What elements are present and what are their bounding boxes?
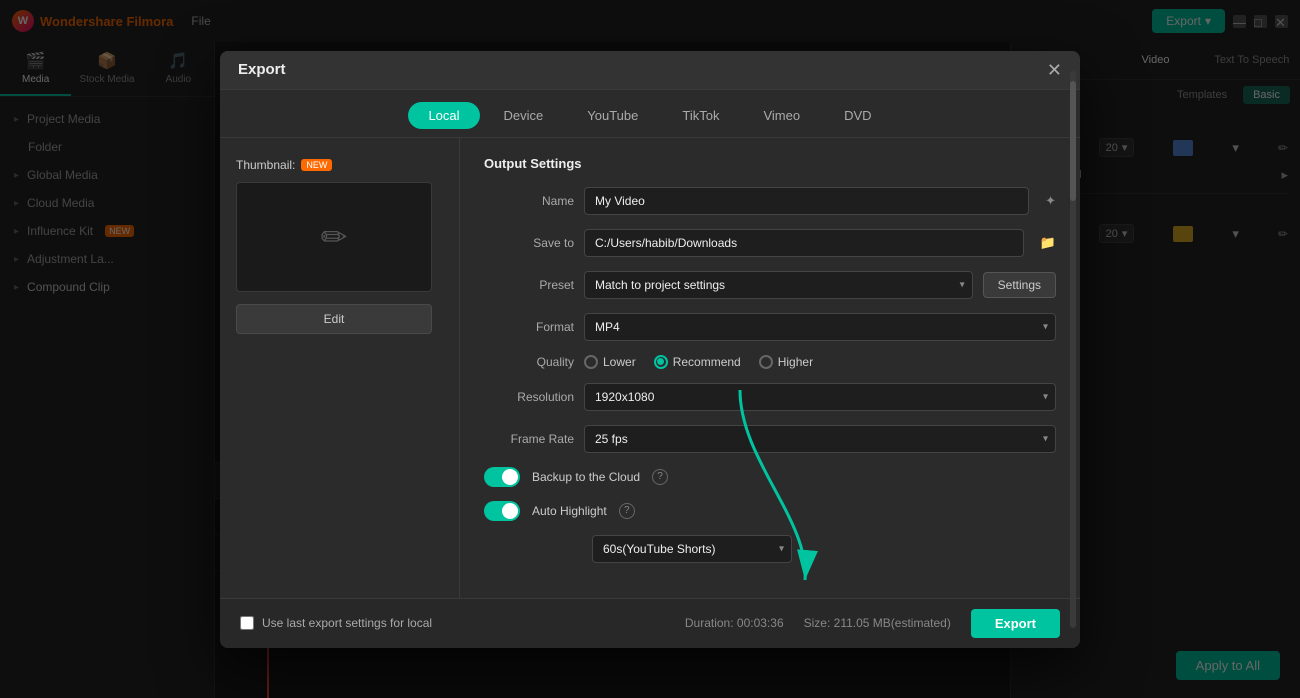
thumbnail-icon: ✏	[321, 218, 348, 256]
duration-stat: Duration: 00:03:36	[685, 616, 784, 630]
modal-close-button[interactable]: ✕	[1047, 61, 1062, 79]
settings-scrollbar[interactable]	[1070, 138, 1076, 598]
backup-help-icon[interactable]: ?	[652, 469, 668, 485]
footer-info: Duration: 00:03:36 Size: 211.05 MB(estim…	[685, 609, 1060, 638]
quality-label: Quality	[484, 355, 574, 369]
thumbnail-new-badge: NEW	[301, 159, 332, 171]
edit-thumbnail-button[interactable]: Edit	[236, 304, 432, 334]
frame-rate-label: Frame Rate	[484, 432, 574, 446]
last-settings-checkbox[interactable]	[240, 616, 254, 630]
radio-recommend-circle	[654, 355, 668, 369]
name-label: Name	[484, 194, 574, 208]
auto-highlight-help-icon[interactable]: ?	[619, 503, 635, 519]
modal-tab-local[interactable]: Local	[408, 102, 479, 129]
backup-toggle-thumb	[502, 469, 518, 485]
save-to-label: Save to	[484, 236, 574, 250]
modal-title: Export	[238, 61, 286, 78]
thumbnail-label: Thumbnail: NEW	[236, 158, 443, 172]
save-to-input-wrapper	[584, 229, 1024, 257]
setting-row-save-to: Save to 📁	[484, 229, 1056, 257]
modal-thumbnail-panel: Thumbnail: NEW ✏ Edit	[220, 138, 460, 598]
setting-row-name: Name ✦	[484, 187, 1056, 215]
save-to-input[interactable]	[595, 236, 1013, 250]
auto-highlight-label: Auto Highlight	[532, 504, 607, 518]
format-label: Format	[484, 320, 574, 334]
modal-tab-device[interactable]: Device	[484, 102, 564, 129]
preset-select[interactable]: Match to project settings Custom	[584, 271, 973, 299]
modal-footer: Use last export settings for local Durat…	[220, 598, 1080, 648]
modal-body: Thumbnail: NEW ✏ Edit Output Settings Na…	[220, 138, 1080, 598]
backup-toggle[interactable]	[484, 467, 520, 487]
scrollbar-thumb	[1070, 138, 1076, 201]
settings-button[interactable]: Settings	[983, 272, 1056, 298]
resolution-label: Resolution	[484, 390, 574, 404]
output-settings-title: Output Settings	[484, 156, 1056, 171]
backup-label: Backup to the Cloud	[532, 470, 640, 484]
last-settings-checkbox-label[interactable]: Use last export settings for local	[240, 616, 432, 630]
export-final-button[interactable]: Export	[971, 609, 1060, 638]
setting-row-quality: Quality Lower Recommend	[484, 355, 1056, 369]
radio-dot	[657, 358, 664, 365]
format-select[interactable]: MP4 MOV AVI GIF MP3	[584, 313, 1056, 341]
setting-row-format: Format MP4 MOV AVI GIF MP3 ▾	[484, 313, 1056, 341]
arrow-annotation	[720, 380, 840, 600]
modal-header: Export ✕	[220, 51, 1080, 90]
auto-highlight-toggle-thumb	[502, 503, 518, 519]
modal-overlay: Export ✕ Local Device YouTube TikTok Vim…	[0, 0, 1300, 698]
quality-recommend[interactable]: Recommend	[654, 355, 741, 369]
thumbnail-box: ✏	[236, 182, 432, 292]
ai-icon[interactable]: ✦	[1045, 193, 1056, 209]
modal-tab-youtube[interactable]: YouTube	[567, 102, 658, 129]
auto-highlight-toggle[interactable]	[484, 501, 520, 521]
quality-lower[interactable]: Lower	[584, 355, 636, 369]
setting-row-preset: Preset Match to project settings Custom …	[484, 271, 1056, 299]
preset-select-wrap: Match to project settings Custom ▾	[584, 271, 973, 299]
size-stat: Size: 211.05 MB(estimated)	[804, 616, 951, 630]
quality-higher[interactable]: Higher	[759, 355, 813, 369]
radio-higher-circle	[759, 355, 773, 369]
modal-tab-vimeo[interactable]: Vimeo	[743, 102, 820, 129]
name-input-wrapper	[584, 187, 1029, 215]
name-input[interactable]	[595, 194, 1018, 208]
format-select-wrap: MP4 MOV AVI GIF MP3 ▾	[584, 313, 1056, 341]
quality-options: Lower Recommend Higher	[584, 355, 813, 369]
export-modal: Export ✕ Local Device YouTube TikTok Vim…	[220, 51, 1080, 648]
folder-icon[interactable]: 📁	[1040, 235, 1056, 251]
modal-tab-tiktok[interactable]: TikTok	[662, 102, 739, 129]
modal-tabs: Local Device YouTube TikTok Vimeo DVD	[220, 90, 1080, 138]
radio-lower-circle	[584, 355, 598, 369]
modal-tab-dvd[interactable]: DVD	[824, 102, 891, 129]
preset-label: Preset	[484, 278, 574, 292]
